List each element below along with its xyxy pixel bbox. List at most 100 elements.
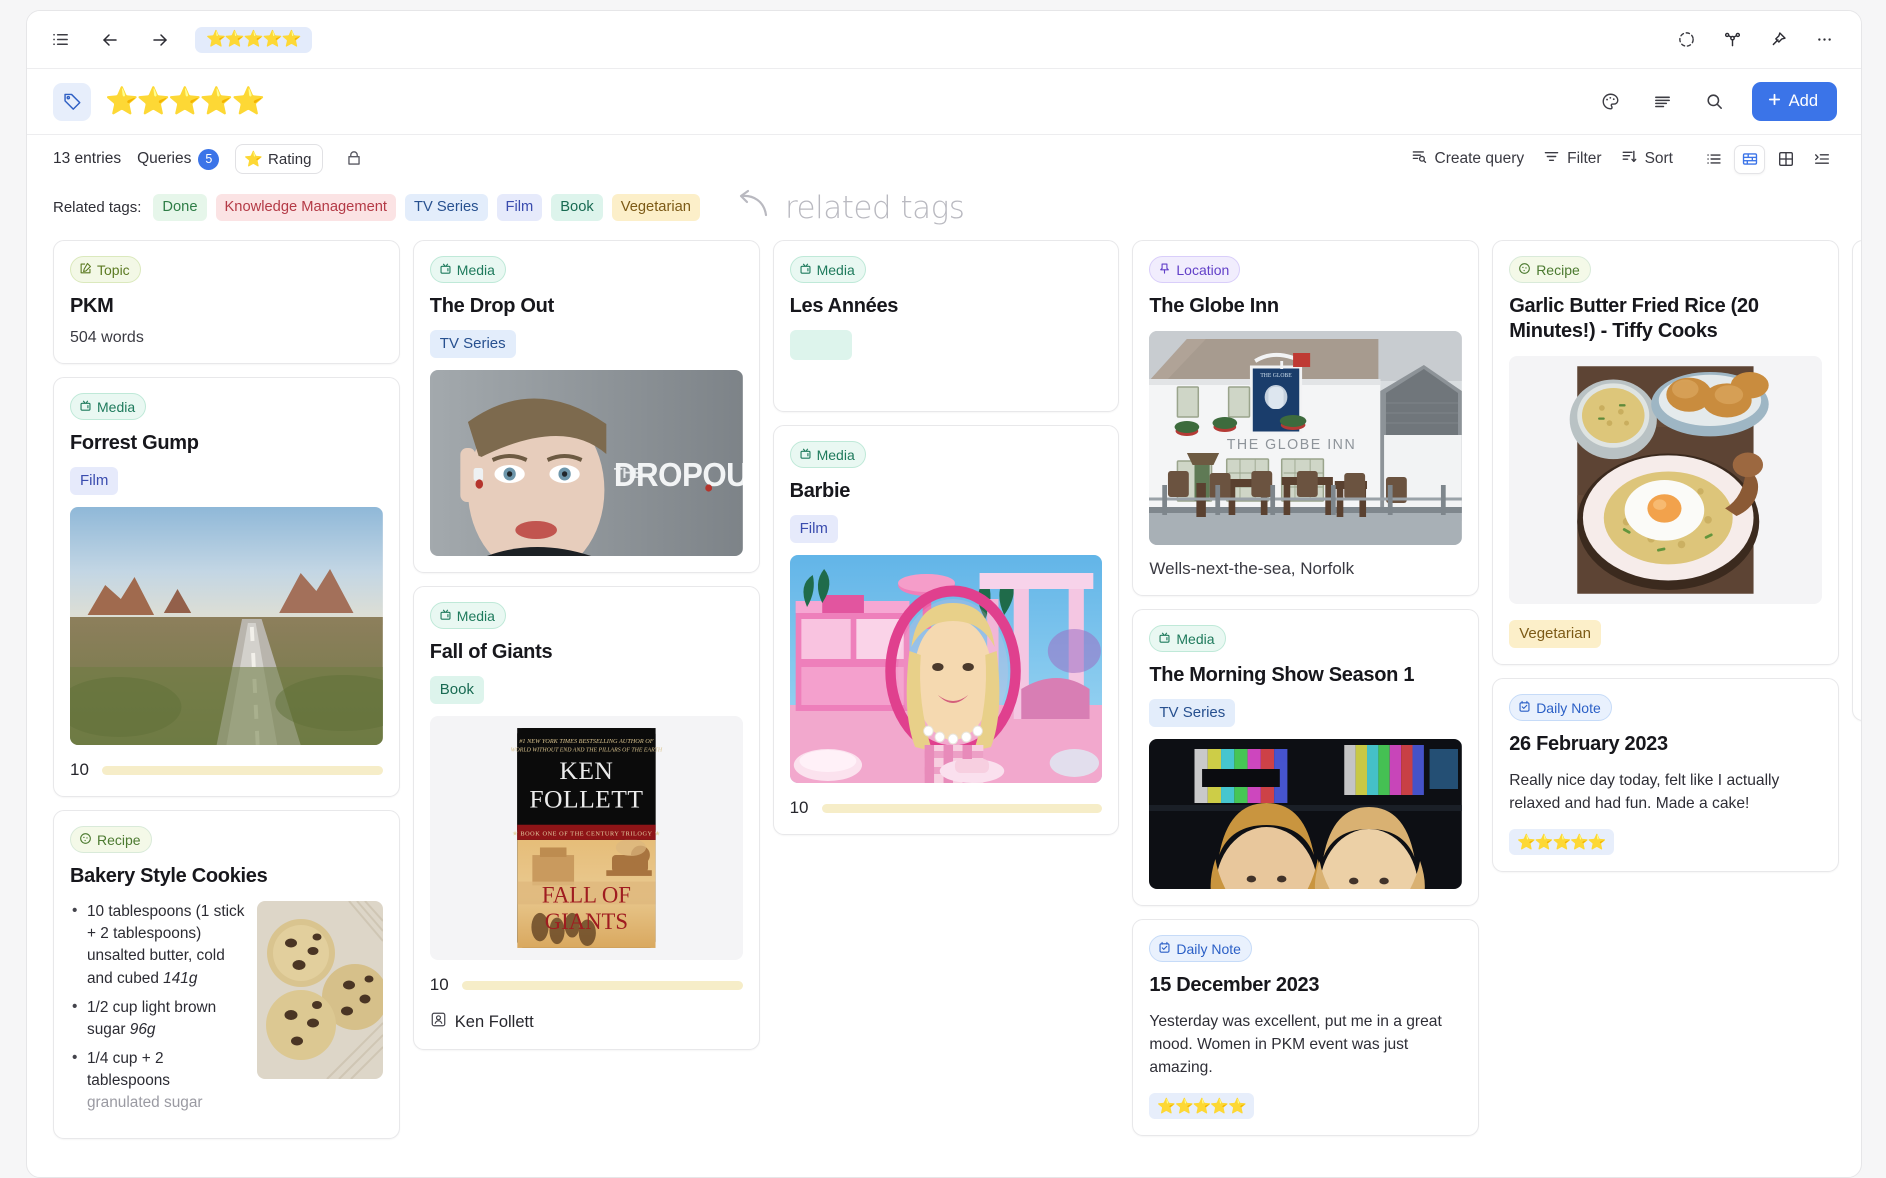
rating-value: 10	[790, 798, 809, 818]
type-badge-media[interactable]: Media	[790, 441, 866, 468]
related-tag-book[interactable]: Book	[551, 194, 602, 220]
card-author: Ken Follett	[430, 1011, 743, 1033]
type-badge-media[interactable]: Media	[790, 256, 866, 283]
card-title: 15 December 2023	[1149, 973, 1462, 998]
queries-button[interactable]: Queries 5	[137, 149, 219, 170]
type-badge-label: Topic	[97, 263, 130, 277]
ingredient-weight: 96g	[130, 1021, 156, 1038]
card-daily-note-december[interactable]: Daily Note 15 December 2023 Yesterday wa…	[1132, 919, 1479, 1136]
card-title: The Morning Show Season 1	[1149, 663, 1462, 688]
svg-text:FOLLETT: FOLLETT	[529, 785, 643, 814]
card-the-globe-inn[interactable]: Location The Globe Inn	[1132, 240, 1479, 596]
card-the-morning-show[interactable]: Media The Morning Show Season 1 TV Serie…	[1132, 609, 1479, 906]
tab-rating[interactable]: ⭐⭐⭐⭐⭐	[195, 27, 312, 53]
window-toolbar: ⭐⭐⭐⭐⭐	[27, 11, 1861, 69]
type-badge-label: Media	[97, 400, 135, 414]
create-query-button[interactable]: Create query	[1411, 148, 1525, 170]
type-badge-media[interactable]: Media	[430, 256, 506, 283]
page-header-actions: Add	[1596, 82, 1837, 121]
rating-filter-chip[interactable]: ⭐ Rating	[235, 144, 323, 174]
type-badge-daily-note[interactable]: Daily Note	[1509, 694, 1612, 721]
sort-icon	[1621, 148, 1638, 170]
view-grid[interactable]	[1770, 145, 1801, 174]
person-icon	[430, 1011, 447, 1033]
search-icon[interactable]	[1700, 87, 1730, 117]
card-garlic-butter-fried-rice[interactable]: Recipe Garlic Butter Fried Rice (20 Minu…	[1492, 240, 1839, 665]
type-badge-topic[interactable]: Topic	[70, 256, 141, 283]
card-daily-note-february[interactable]: Daily Note 26 February 2023 Really nice …	[1492, 678, 1839, 872]
card-title: The Drop Out	[430, 294, 743, 319]
type-badge-label: Location	[1176, 263, 1229, 277]
type-badge-label: Daily Note	[1176, 942, 1241, 956]
text-lines-icon[interactable]	[1648, 87, 1678, 117]
card-title: Garlic Butter Fried Rice (20 Minutes!) -…	[1509, 294, 1822, 344]
filter-button[interactable]: Filter	[1543, 148, 1601, 170]
filter-icon	[1543, 148, 1560, 170]
graph-node-icon[interactable]	[1717, 25, 1747, 55]
card-title: Fall of Giants	[430, 640, 743, 665]
card-thumbnail-the-morning-show	[1149, 739, 1462, 889]
card-tag-book[interactable]	[790, 330, 852, 360]
type-badge-daily-note[interactable]: Daily Note	[1149, 935, 1252, 962]
card-tag-five-stars[interactable]: ⭐⭐⭐⭐⭐	[1149, 1093, 1253, 1119]
card-note-body: Yesterday was excellent, put me in a gre…	[1149, 1011, 1462, 1080]
window-toolbar-right	[1671, 25, 1839, 55]
related-tag-done[interactable]: Done	[153, 194, 206, 220]
tv-icon	[1158, 631, 1171, 646]
type-badge-location[interactable]: Location	[1149, 256, 1240, 283]
sort-button[interactable]: Sort	[1621, 148, 1673, 170]
type-badge-media[interactable]: Media	[430, 602, 506, 629]
card-thumbnail-barbie	[790, 555, 1103, 783]
pin-icon[interactable]	[1763, 25, 1793, 55]
card-tag-tv-series[interactable]: TV Series	[430, 330, 516, 358]
card-tag-vegetarian[interactable]: Vegetarian	[1509, 620, 1601, 648]
type-badge-recipe[interactable]: Recipe	[1509, 256, 1591, 283]
archive-box-icon[interactable]	[339, 144, 369, 174]
card-tag-book[interactable]: Book	[430, 676, 484, 704]
forward-arrow-icon[interactable]	[145, 25, 175, 55]
svg-text:#1 NEW YORK TIMES BESTSELLING: #1 NEW YORK TIMES BESTSELLING AUTHOR OF	[519, 738, 653, 745]
card-tag-film[interactable]: Film	[790, 515, 838, 543]
card-thumbnail-fried-rice	[1509, 356, 1822, 604]
type-badge-recipe[interactable]: Recipe	[70, 826, 152, 853]
card-tag-film[interactable]: Film	[70, 467, 118, 495]
type-badge-media[interactable]: Media	[70, 393, 146, 420]
card-sausage-traybake[interactable]: Recipe Sausage Traybake 4 sausages 1/2 t…	[1852, 240, 1861, 721]
card-pkm[interactable]: Topic PKM 504 words	[53, 240, 400, 364]
card-location: Wells-next-the-sea, Norfolk	[1149, 559, 1462, 579]
card-bakery-style-cookies[interactable]: Recipe Bakery Style Cookies 10 tablespoo…	[53, 810, 400, 1139]
card-title: 26 February 2023	[1509, 732, 1822, 757]
svg-text:★ BOOK ONE OF THE CENTURY TRIL: ★ BOOK ONE OF THE CENTURY TRILOGY ★	[512, 831, 661, 838]
card-tag-tv-series[interactable]: TV Series	[1149, 699, 1235, 727]
tv-icon	[439, 262, 452, 277]
ingredients-section: 10 tablespoons (1 stick + 2 tablespoons)…	[70, 901, 383, 1122]
back-arrow-icon[interactable]	[95, 25, 125, 55]
svg-text:THE GLOBE INN: THE GLOBE INN	[1227, 437, 1357, 453]
sidebar-list-icon[interactable]	[45, 25, 75, 55]
view-list[interactable]	[1698, 145, 1729, 174]
card-tag-five-stars[interactable]: ⭐⭐⭐⭐⭐	[1509, 829, 1613, 855]
view-detail[interactable]	[1806, 145, 1837, 174]
related-tag-tv-series[interactable]: TV Series	[405, 194, 487, 220]
sync-circle-icon[interactable]	[1671, 25, 1701, 55]
card-the-drop-out[interactable]: Media The Drop Out TV Series	[413, 240, 760, 573]
related-tag-vegetarian[interactable]: Vegetarian	[612, 194, 700, 220]
add-button[interactable]: Add	[1752, 82, 1837, 121]
type-badge-media[interactable]: Media	[1149, 625, 1225, 652]
palette-icon[interactable]	[1596, 87, 1626, 117]
card-les-annees[interactable]: Media Les Années	[773, 240, 1120, 412]
card-forrest-gump[interactable]: Media Forrest Gump Film	[53, 377, 400, 797]
rating-value: 10	[430, 975, 449, 995]
view-board[interactable]	[1734, 145, 1765, 174]
more-ellipsis-icon[interactable]	[1809, 25, 1839, 55]
related-tag-knowledge-management[interactable]: Knowledge Management	[216, 194, 397, 220]
related-tag-film[interactable]: Film	[497, 194, 543, 220]
card-fall-of-giants[interactable]: Media Fall of Giants Book #1 NEW YORK TI…	[413, 586, 760, 1050]
svg-text:WORLD WITHOUT END AND THE PILL: WORLD WITHOUT END AND THE PILLARS OF THE…	[510, 748, 662, 754]
svg-text:KEN: KEN	[559, 756, 613, 785]
type-badge-label: Media	[1176, 632, 1214, 646]
tv-icon	[79, 399, 92, 414]
card-barbie[interactable]: Media Barbie Film	[773, 425, 1120, 835]
annotation-related-tags: related tags	[735, 189, 964, 226]
meta-toolbar-left: 13 entries Queries 5 ⭐ Rating	[53, 144, 369, 174]
